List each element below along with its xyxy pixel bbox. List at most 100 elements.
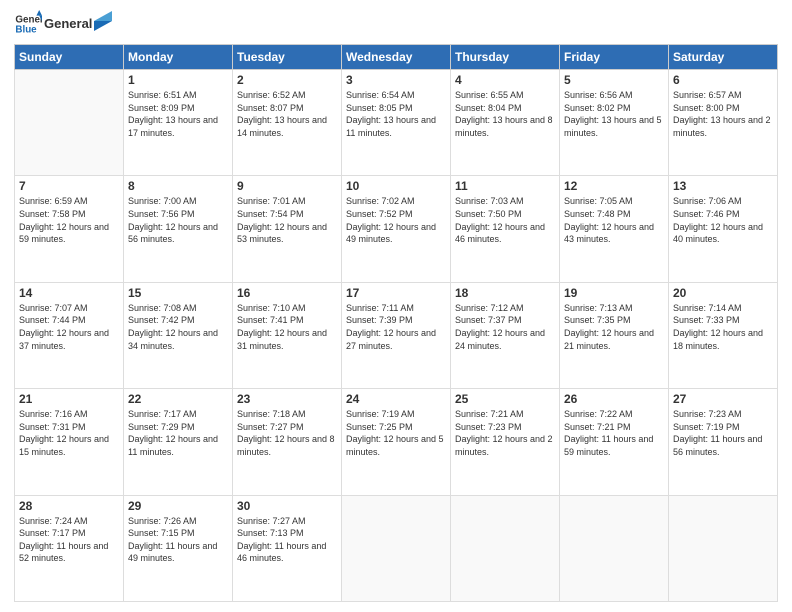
- day-cell: 28Sunrise: 7:24 AM Sunset: 7:17 PM Dayli…: [15, 495, 124, 601]
- day-cell: [15, 70, 124, 176]
- day-number: 8: [128, 179, 228, 193]
- day-number: 24: [346, 392, 446, 406]
- weekday-header-sunday: Sunday: [15, 45, 124, 70]
- day-cell: 13 Sunrise: 7:06 AM Sunset: 7:46 PM Dayli…: [669, 176, 778, 282]
- day-number: 11: [455, 179, 555, 193]
- day-cell: 8 Sunrise: 7:00 AM Sunset: 7:56 PM Daylig…: [124, 176, 233, 282]
- day-info: Sunrise: 7:17 AM Sunset: 7:29 PM Dayligh…: [128, 408, 228, 458]
- svg-text:Blue: Blue: [15, 24, 37, 35]
- day-info: Sunrise: 7:13 AM Sunset: 7:35 PM Dayligh…: [564, 302, 664, 352]
- day-number: 16: [237, 286, 337, 300]
- day-number: 13: [673, 179, 773, 193]
- day-number: 19: [564, 286, 664, 300]
- day-cell: 2 Sunrise: 6:52 AM Sunset: 8:07 PM Daylig…: [233, 70, 342, 176]
- day-info: Sunrise: 7:26 AM Sunset: 7:15 PM Dayligh…: [128, 515, 228, 565]
- day-info: Sunrise: 6:51 AM Sunset: 8:09 PM Dayligh…: [128, 89, 228, 139]
- day-info: Sunrise: 7:07 AM Sunset: 7:44 PM Dayligh…: [19, 302, 119, 352]
- day-cell: 11 Sunrise: 7:03 AM Sunset: 7:50 PM Dayli…: [451, 176, 560, 282]
- day-info: Sunrise: 7:03 AM Sunset: 7:50 PM Dayligh…: [455, 195, 555, 245]
- day-info: Sunrise: 7:22 AM Sunset: 7:21 PM Dayligh…: [564, 408, 664, 458]
- day-cell: 9 Sunrise: 7:01 AM Sunset: 7:54 PM Daylig…: [233, 176, 342, 282]
- day-number: 21: [19, 392, 119, 406]
- weekday-header-thursday: Thursday: [451, 45, 560, 70]
- day-cell: 27 Sunrise: 7:23 AM Sunset: 7:19 PM Dayli…: [669, 389, 778, 495]
- day-cell: 22Sunrise: 7:17 AM Sunset: 7:29 PM Dayli…: [124, 389, 233, 495]
- week-row-0: 1 Sunrise: 6:51 AM Sunset: 8:09 PM Daylig…: [15, 70, 778, 176]
- day-number: 23: [237, 392, 337, 406]
- day-cell: 18 Sunrise: 7:12 AM Sunset: 7:37 PM Dayli…: [451, 282, 560, 388]
- weekday-header-monday: Monday: [124, 45, 233, 70]
- day-number: 27: [673, 392, 773, 406]
- day-cell: [451, 495, 560, 601]
- day-info: Sunrise: 6:57 AM Sunset: 8:00 PM Dayligh…: [673, 89, 773, 139]
- day-info: Sunrise: 7:02 AM Sunset: 7:52 PM Dayligh…: [346, 195, 446, 245]
- day-cell: 6 Sunrise: 6:57 AM Sunset: 8:00 PM Daylig…: [669, 70, 778, 176]
- day-info: Sunrise: 7:18 AM Sunset: 7:27 PM Dayligh…: [237, 408, 337, 458]
- day-info: Sunrise: 7:19 AM Sunset: 7:25 PM Dayligh…: [346, 408, 446, 458]
- weekday-header-row: SundayMondayTuesdayWednesdayThursdayFrid…: [15, 45, 778, 70]
- day-cell: 25 Sunrise: 7:21 AM Sunset: 7:23 PM Dayli…: [451, 389, 560, 495]
- day-cell: 5 Sunrise: 6:56 AM Sunset: 8:02 PM Daylig…: [560, 70, 669, 176]
- day-cell: 24 Sunrise: 7:19 AM Sunset: 7:25 PM Dayli…: [342, 389, 451, 495]
- day-info: Sunrise: 7:10 AM Sunset: 7:41 PM Dayligh…: [237, 302, 337, 352]
- day-info: Sunrise: 7:00 AM Sunset: 7:56 PM Dayligh…: [128, 195, 228, 245]
- day-info: Sunrise: 7:16 AM Sunset: 7:31 PM Dayligh…: [19, 408, 119, 458]
- day-info: Sunrise: 7:06 AM Sunset: 7:46 PM Dayligh…: [673, 195, 773, 245]
- day-number: 5: [564, 73, 664, 87]
- day-info: Sunrise: 7:08 AM Sunset: 7:42 PM Dayligh…: [128, 302, 228, 352]
- day-number: 20: [673, 286, 773, 300]
- day-number: 30: [237, 499, 337, 513]
- day-cell: 23 Sunrise: 7:18 AM Sunset: 7:27 PM Dayli…: [233, 389, 342, 495]
- day-info: Sunrise: 7:01 AM Sunset: 7:54 PM Dayligh…: [237, 195, 337, 245]
- day-cell: [669, 495, 778, 601]
- day-number: 3: [346, 73, 446, 87]
- week-row-1: 7Sunrise: 6:59 AM Sunset: 7:58 PM Daylig…: [15, 176, 778, 282]
- day-info: Sunrise: 6:55 AM Sunset: 8:04 PM Dayligh…: [455, 89, 555, 139]
- day-number: 6: [673, 73, 773, 87]
- week-row-4: 28Sunrise: 7:24 AM Sunset: 7:17 PM Dayli…: [15, 495, 778, 601]
- day-cell: 16 Sunrise: 7:10 AM Sunset: 7:41 PM Dayli…: [233, 282, 342, 388]
- week-row-2: 14Sunrise: 7:07 AM Sunset: 7:44 PM Dayli…: [15, 282, 778, 388]
- day-cell: 4 Sunrise: 6:55 AM Sunset: 8:04 PM Daylig…: [451, 70, 560, 176]
- day-cell: 19 Sunrise: 7:13 AM Sunset: 7:35 PM Dayli…: [560, 282, 669, 388]
- day-info: Sunrise: 6:56 AM Sunset: 8:02 PM Dayligh…: [564, 89, 664, 139]
- day-cell: 17Sunrise: 7:11 AM Sunset: 7:39 PM Dayli…: [342, 282, 451, 388]
- weekday-header-wednesday: Wednesday: [342, 45, 451, 70]
- logo: General Blue General: [14, 10, 112, 38]
- day-info: Sunrise: 7:21 AM Sunset: 7:23 PM Dayligh…: [455, 408, 555, 458]
- day-number: 26: [564, 392, 664, 406]
- day-info: Sunrise: 7:05 AM Sunset: 7:48 PM Dayligh…: [564, 195, 664, 245]
- week-row-3: 21 Sunrise: 7:16 AM Sunset: 7:31 PM Dayli…: [15, 389, 778, 495]
- day-cell: 3Sunrise: 6:54 AM Sunset: 8:05 PM Daylig…: [342, 70, 451, 176]
- day-info: Sunrise: 7:14 AM Sunset: 7:33 PM Dayligh…: [673, 302, 773, 352]
- weekday-header-tuesday: Tuesday: [233, 45, 342, 70]
- day-info: Sunrise: 6:52 AM Sunset: 8:07 PM Dayligh…: [237, 89, 337, 139]
- day-cell: 7Sunrise: 6:59 AM Sunset: 7:58 PM Daylig…: [15, 176, 124, 282]
- day-info: Sunrise: 7:12 AM Sunset: 7:37 PM Dayligh…: [455, 302, 555, 352]
- day-number: 10: [346, 179, 446, 193]
- day-number: 4: [455, 73, 555, 87]
- weekday-header-saturday: Saturday: [669, 45, 778, 70]
- day-cell: 15Sunrise: 7:08 AM Sunset: 7:42 PM Dayli…: [124, 282, 233, 388]
- calendar: SundayMondayTuesdayWednesdayThursdayFrid…: [14, 44, 778, 602]
- day-info: Sunrise: 6:59 AM Sunset: 7:58 PM Dayligh…: [19, 195, 119, 245]
- day-cell: 30Sunrise: 7:27 AM Sunset: 7:13 PM Dayli…: [233, 495, 342, 601]
- day-number: 1: [128, 73, 228, 87]
- day-number: 29: [128, 499, 228, 513]
- day-cell: 12 Sunrise: 7:05 AM Sunset: 7:48 PM Dayli…: [560, 176, 669, 282]
- day-cell: 20 Sunrise: 7:14 AM Sunset: 7:33 PM Dayli…: [669, 282, 778, 388]
- day-number: 18: [455, 286, 555, 300]
- day-cell: 1 Sunrise: 6:51 AM Sunset: 8:09 PM Daylig…: [124, 70, 233, 176]
- day-cell: 21 Sunrise: 7:16 AM Sunset: 7:31 PM Dayli…: [15, 389, 124, 495]
- day-cell: 29 Sunrise: 7:26 AM Sunset: 7:15 PM Dayli…: [124, 495, 233, 601]
- day-number: 25: [455, 392, 555, 406]
- day-number: 12: [564, 179, 664, 193]
- day-number: 2: [237, 73, 337, 87]
- day-info: Sunrise: 7:23 AM Sunset: 7:19 PM Dayligh…: [673, 408, 773, 458]
- header: General Blue General: [14, 10, 778, 38]
- day-number: 9: [237, 179, 337, 193]
- day-number: 17: [346, 286, 446, 300]
- day-cell: [560, 495, 669, 601]
- day-cell: 10 Sunrise: 7:02 AM Sunset: 7:52 PM Dayli…: [342, 176, 451, 282]
- day-cell: 26 Sunrise: 7:22 AM Sunset: 7:21 PM Dayli…: [560, 389, 669, 495]
